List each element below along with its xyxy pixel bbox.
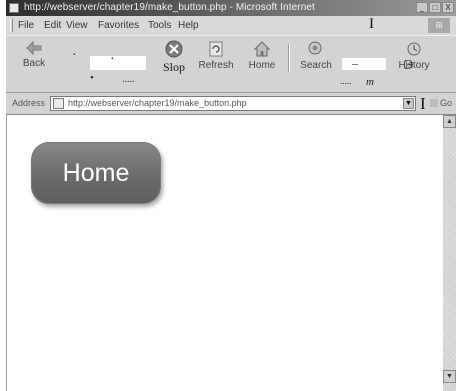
toolbar: Back · · • ..... Slop Refresh Home Searc… bbox=[6, 35, 456, 93]
search-label: Search bbox=[300, 60, 332, 71]
scroll-down-icon[interactable]: ▼ bbox=[443, 370, 456, 383]
home-toolbar-button[interactable]: Home bbox=[242, 40, 282, 74]
scroll-up-icon[interactable]: ▲ bbox=[443, 115, 456, 128]
toolbar-mark: · bbox=[110, 52, 115, 67]
text-cursor-icon: I bbox=[369, 16, 374, 32]
home-icon bbox=[253, 41, 271, 57]
toolbar-blank-patch bbox=[342, 58, 386, 70]
stop-label: Slop bbox=[162, 60, 185, 74]
refresh-label: Refresh bbox=[198, 60, 234, 71]
menu-edit[interactable]: Edit bbox=[44, 20, 61, 31]
page-content: Home bbox=[6, 115, 443, 391]
search-button[interactable]: Search bbox=[296, 40, 336, 74]
stop-icon bbox=[165, 40, 183, 58]
menu-tools[interactable]: Tools bbox=[148, 20, 171, 31]
address-input[interactable]: http://webserver/chapter19/make_button.p… bbox=[50, 96, 416, 111]
menu-file[interactable]: File bbox=[18, 20, 34, 31]
back-button[interactable]: Back bbox=[14, 40, 54, 74]
menu-bar: File Edit View Favorites Tools Help I ⊞ bbox=[6, 16, 456, 35]
text-cursor-icon: I bbox=[420, 94, 426, 113]
address-bar: Address http://webserver/chapter19/make_… bbox=[6, 93, 456, 115]
vertical-scrollbar[interactable]: ▲ ▼ bbox=[443, 115, 456, 391]
go-label: Go bbox=[440, 98, 453, 108]
ie-app-icon[interactable] bbox=[9, 3, 19, 13]
back-arrow-icon bbox=[26, 40, 42, 56]
toolbar-separator bbox=[288, 44, 290, 72]
toolbar-mark: · bbox=[72, 48, 77, 63]
page-icon bbox=[53, 98, 64, 109]
history-button[interactable]: History bbox=[394, 40, 434, 74]
toolbar-mark: ..... bbox=[340, 76, 352, 86]
menu-grip-handle[interactable] bbox=[10, 19, 13, 32]
address-url[interactable]: http://webserver/chapter19/make_button.p… bbox=[68, 98, 247, 108]
toolbar-mark: _ bbox=[352, 52, 358, 66]
home-button[interactable]: Home bbox=[31, 142, 161, 204]
menu-view[interactable]: View bbox=[66, 20, 88, 31]
toolbar-blank-patch bbox=[90, 56, 146, 70]
window-controls: _ □ X bbox=[416, 2, 454, 13]
windows-logo-icon: ⊞ bbox=[428, 18, 450, 33]
back-label: Back bbox=[22, 58, 46, 69]
address-dropdown-icon[interactable]: ▼ bbox=[403, 98, 414, 109]
go-button[interactable]: Go bbox=[430, 96, 456, 111]
menu-favorites[interactable]: Favorites bbox=[98, 20, 139, 31]
go-arrow-icon bbox=[430, 99, 438, 107]
window-title: http://webserver/chapter19/make_button.p… bbox=[24, 2, 315, 13]
close-button[interactable]: X bbox=[442, 2, 454, 13]
toolbar-mark: • bbox=[90, 72, 94, 84]
address-label: Address bbox=[12, 98, 46, 108]
history-label: History bbox=[398, 60, 430, 71]
maximize-button[interactable]: □ bbox=[429, 2, 441, 13]
title-bar: http://webserver/chapter19/make_button.p… bbox=[6, 0, 456, 16]
stop-button[interactable]: Slop bbox=[154, 40, 194, 74]
toolbar-mark: m bbox=[366, 76, 374, 88]
home-toolbar-label: Home bbox=[248, 60, 276, 71]
refresh-button[interactable]: Refresh bbox=[196, 40, 236, 74]
history-icon bbox=[407, 42, 421, 56]
menu-help[interactable]: Help bbox=[178, 20, 199, 31]
minimize-button[interactable]: _ bbox=[416, 2, 428, 13]
toolbar-mark: ..... bbox=[122, 74, 135, 85]
search-icon bbox=[308, 41, 322, 55]
refresh-icon bbox=[209, 41, 223, 57]
